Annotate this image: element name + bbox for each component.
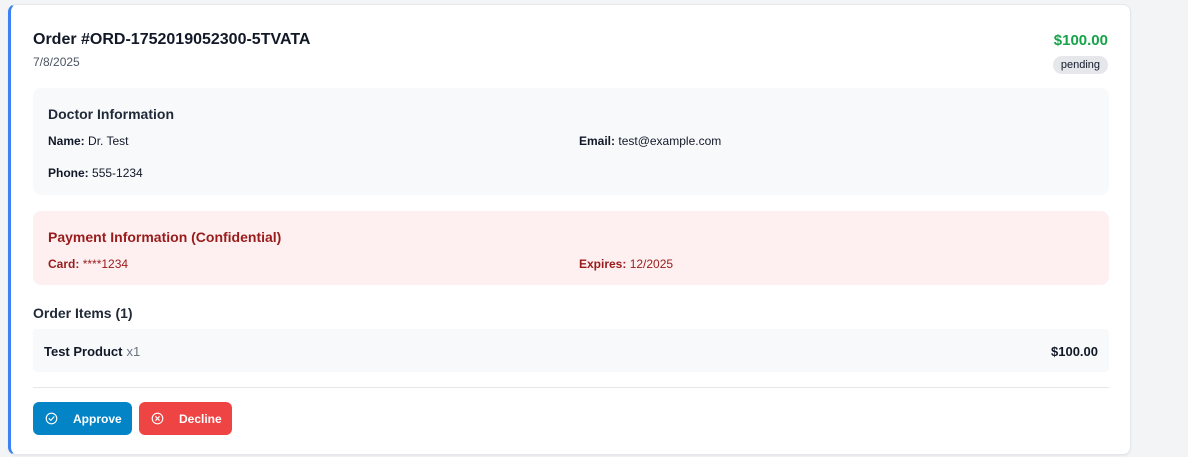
x-circle-icon bbox=[151, 412, 164, 425]
doctor-information-section: Doctor Information Name: Dr. Test Email:… bbox=[33, 88, 1109, 195]
doctor-name-value: Dr. Test bbox=[88, 134, 129, 148]
doctor-phone-label: Phone: bbox=[48, 166, 89, 180]
payment-expires-field: Expires: 12/2025 bbox=[579, 257, 673, 271]
doctor-name-label: Name: bbox=[48, 134, 85, 148]
order-card: Order #ORD-1752019052300-5TVATA 7/8/2025… bbox=[8, 4, 1131, 455]
doctor-name-field: Name: Dr. Test bbox=[48, 134, 129, 148]
doctor-phone-field: Phone: 555-1234 bbox=[48, 166, 143, 180]
order-items-title: Order Items (1) bbox=[33, 305, 133, 321]
list-item: Test Product x1 $100.00 bbox=[33, 329, 1109, 372]
approve-button-label: Approve bbox=[73, 412, 122, 426]
item-price: $100.00 bbox=[1051, 344, 1098, 359]
status-badge: pending bbox=[1052, 56, 1108, 74]
payment-section-title: Payment Information (Confidential) bbox=[48, 229, 282, 245]
check-circle-icon bbox=[45, 412, 58, 425]
decline-button-label: Decline bbox=[179, 412, 222, 426]
doctor-phone-value: 555-1234 bbox=[92, 166, 143, 180]
doctor-section-title: Doctor Information bbox=[48, 106, 174, 122]
payment-expires-value: 12/2025 bbox=[629, 257, 674, 271]
doctor-email-label: Email: bbox=[579, 134, 616, 148]
doctor-email-value: test@example.com bbox=[618, 134, 722, 148]
approve-button[interactable]: Approve bbox=[33, 402, 132, 435]
page-area: Order #ORD-1752019052300-5TVATA 7/8/2025… bbox=[0, 0, 1188, 457]
doctor-email-field: Email: test@example.com bbox=[579, 134, 721, 148]
order-header: Order #ORD-1752019052300-5TVATA 7/8/2025… bbox=[33, 31, 1108, 81]
order-amount: $100.00 bbox=[1053, 32, 1108, 49]
order-date: 7/8/2025 bbox=[33, 55, 80, 69]
order-title: Order #ORD-1752019052300-5TVATA bbox=[33, 31, 311, 48]
item-name: Test Product bbox=[44, 344, 123, 359]
payment-card-label: Card: bbox=[48, 257, 80, 271]
item-name-group: Test Product x1 bbox=[44, 344, 140, 359]
payment-card-value: ****1234 bbox=[82, 257, 129, 271]
decline-button[interactable]: Decline bbox=[139, 402, 232, 435]
payment-expires-label: Expires: bbox=[579, 257, 627, 271]
payment-card-field: Card: ****1234 bbox=[48, 257, 128, 271]
payment-information-section: Payment Information (Confidential) Card:… bbox=[33, 211, 1109, 285]
item-quantity: x1 bbox=[126, 344, 141, 359]
divider bbox=[33, 387, 1109, 388]
